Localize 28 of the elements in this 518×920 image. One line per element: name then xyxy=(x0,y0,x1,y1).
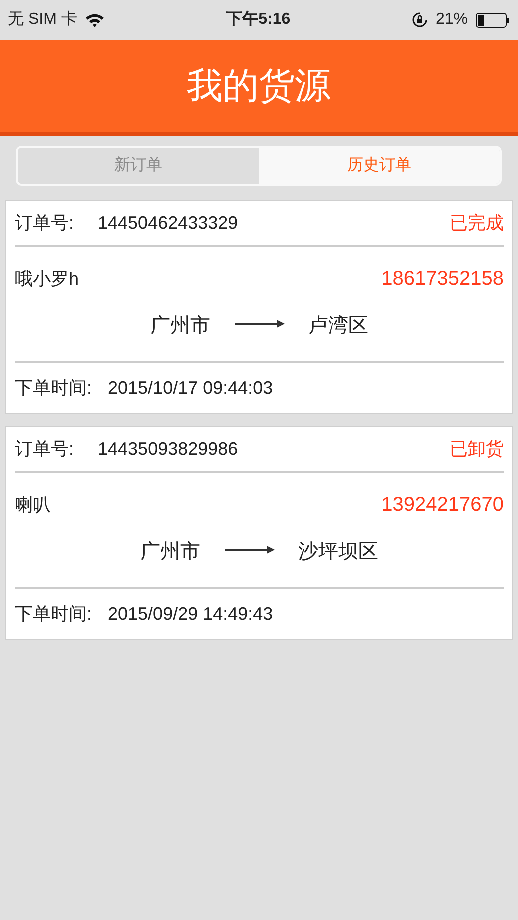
order-status: 已完成 xyxy=(450,212,504,234)
destination-district: 卢湾区 xyxy=(308,314,368,339)
destination-district: 沙坪坝区 xyxy=(298,540,378,565)
page-title: 我的货源 xyxy=(187,64,331,108)
arrow-icon xyxy=(224,545,274,555)
order-status: 已卸货 xyxy=(450,438,504,460)
order-time-label: 下单时间: xyxy=(15,602,92,626)
clock-text: 下午5:16 xyxy=(226,10,291,30)
origin-city: 广州市 xyxy=(140,540,200,565)
phone-number: 18617352158 xyxy=(382,267,504,292)
order-number: 14435093829986 xyxy=(98,438,238,460)
origin-city: 广州市 xyxy=(150,314,210,339)
order-number-label: 订单号: xyxy=(15,438,74,460)
wifi-icon xyxy=(85,12,106,28)
phone-number: 13924217670 xyxy=(382,493,504,518)
contact-name: 喇叭 xyxy=(15,494,51,516)
battery-text: 21% xyxy=(436,10,468,30)
order-time-label: 下单时间: xyxy=(15,376,92,400)
order-number: 14450462433329 xyxy=(98,212,238,234)
order-number-label: 订单号: xyxy=(15,212,74,234)
order-time: 2015/09/29 14:49:43 xyxy=(108,602,274,626)
carrier-text: 无 SIM 卡 xyxy=(8,10,78,30)
battery-icon xyxy=(476,12,510,28)
contact-name: 哦小罗h xyxy=(15,268,80,290)
order-time: 2015/10/17 09:44:03 xyxy=(108,376,274,400)
rotation-lock-icon xyxy=(412,12,428,28)
arrow-icon xyxy=(234,319,284,329)
tab[interactable]: 历史订单 xyxy=(259,148,500,184)
